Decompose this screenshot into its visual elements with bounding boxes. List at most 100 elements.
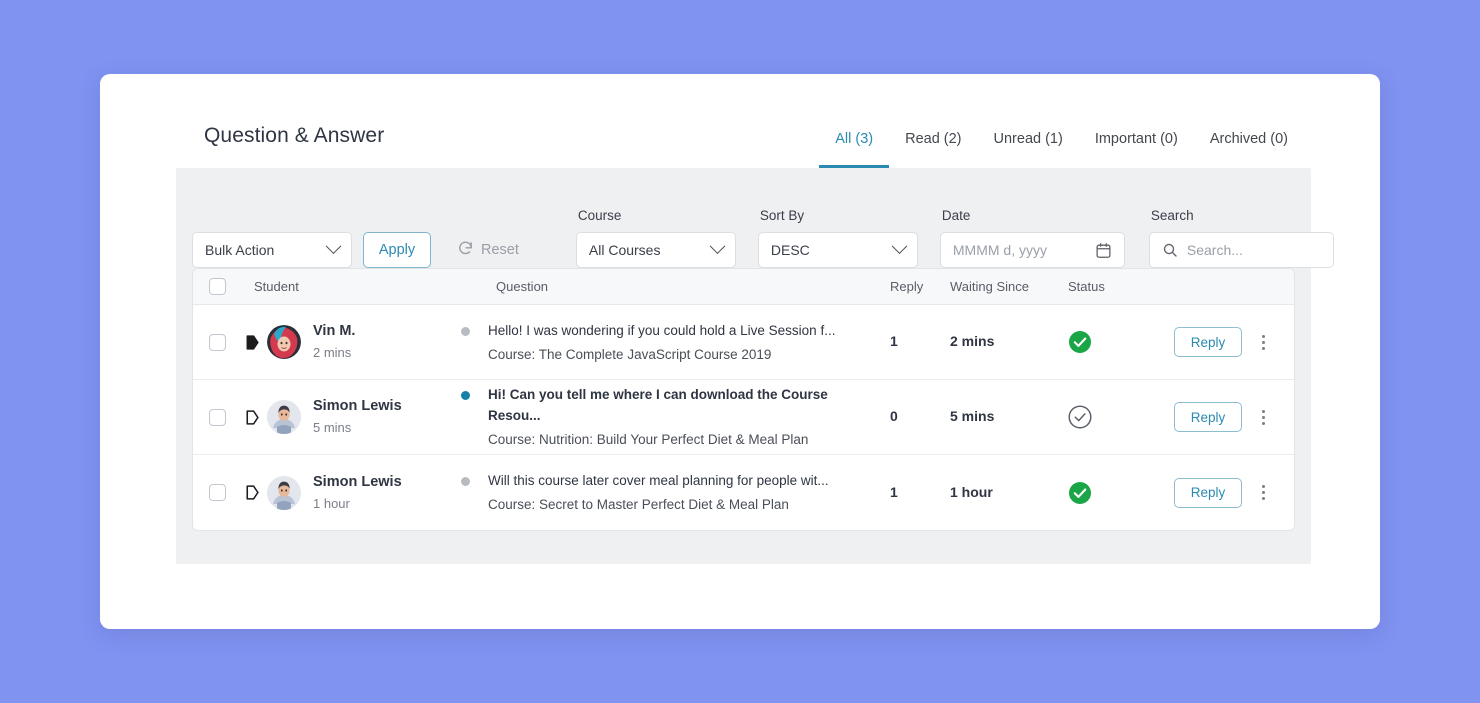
student-name: Simon Lewis <box>313 473 402 490</box>
course-select[interactable]: All Courses <box>575 232 736 268</box>
table-row[interactable]: Vin M. 2 mins Hello! I was wondering if … <box>193 305 1294 380</box>
sort-by-select[interactable]: DESC <box>757 232 918 268</box>
waiting-since-cell: 1 hour <box>944 484 1062 502</box>
bulk-action-value: Bulk Action <box>205 242 275 258</box>
refresh-icon <box>457 240 474 261</box>
page-header: Question & Answer All (3) Read (2) Unrea… <box>100 74 1380 168</box>
bulk-action-group: Bulk Action <box>192 232 352 268</box>
student-meta: Simon Lewis 5 mins <box>313 396 402 438</box>
student-cell: Simon Lewis 5 mins <box>241 396 461 438</box>
flag-icon[interactable] <box>241 409 261 426</box>
question-course: Course: The Complete JavaScript Course 2… <box>488 346 772 362</box>
search-filter-group: Search Search... <box>1148 208 1334 268</box>
waiting-since-cell: 2 mins <box>944 333 1062 351</box>
read-status-dot <box>461 477 470 486</box>
select-all-cell <box>193 278 241 295</box>
read-status-dot <box>461 391 470 400</box>
student-cell: Simon Lewis 1 hour <box>241 472 461 514</box>
avatar <box>267 325 301 359</box>
avatar <box>267 475 301 510</box>
student-name: Vin M. <box>313 323 356 339</box>
student-meta: Simon Lewis 1 hour <box>313 472 402 514</box>
calendar-icon[interactable] <box>1095 242 1112 259</box>
sort-by-group: Sort By DESC <box>757 208 918 268</box>
flag-icon[interactable] <box>241 484 261 501</box>
question-text-block: Will this course later cover meal planni… <box>488 470 829 515</box>
row-checkbox[interactable] <box>208 333 226 351</box>
column-header-waiting-since: Waiting Since <box>950 279 1029 294</box>
reply-count-cell: 1 <box>882 484 944 502</box>
tab-bar: All (3) Read (2) Unread (1) Important (0… <box>819 131 1304 168</box>
page-title: Question & Answer <box>204 124 385 147</box>
reset-label: Reset <box>481 242 519 258</box>
question-course: Course: Secret to Master Perfect Diet & … <box>488 497 789 512</box>
select-all-checkbox[interactable] <box>208 278 226 295</box>
row-actions-cell: Reply <box>1174 327 1294 357</box>
waiting-since-cell: 5 mins <box>944 408 1062 426</box>
question-cell: Hi! Can you tell me where I can download… <box>461 384 882 450</box>
search-filter-label: Search <box>1150 208 1194 223</box>
question-cell: Will this course later cover meal planni… <box>461 470 882 515</box>
bulk-action-select[interactable]: Bulk Action <box>192 232 352 268</box>
tab-unread[interactable]: Unread (1) <box>978 131 1079 168</box>
student-cell: Vin M. 2 mins <box>241 321 461 363</box>
reply-count: 0 <box>890 408 898 424</box>
table-row[interactable]: Simon Lewis 1 hour Will this course late… <box>193 455 1294 530</box>
avatar <box>267 400 301 434</box>
tab-all[interactable]: All (3) <box>819 131 890 168</box>
course-select-value: All Courses <box>588 242 661 258</box>
reset-button[interactable]: Reset <box>457 232 519 268</box>
reply-button[interactable]: Reply <box>1174 327 1242 357</box>
row-checkbox[interactable] <box>208 408 226 426</box>
more-vertical-icon[interactable] <box>1252 404 1274 430</box>
question-course: Course: Nutrition: Build Your Perfect Di… <box>488 432 809 447</box>
tab-archived[interactable]: Archived (0) <box>1194 131 1304 168</box>
question-answer-card: Question & Answer All (3) Read (2) Unrea… <box>100 74 1380 629</box>
flag-icon[interactable] <box>241 334 261 351</box>
apply-button[interactable]: Apply <box>363 232 431 268</box>
status-cell <box>1062 405 1174 429</box>
chevron-down-icon <box>325 237 342 254</box>
reply-button[interactable]: Reply <box>1174 402 1242 432</box>
reply-count-cell: 1 <box>882 333 944 351</box>
search-icon <box>1162 242 1178 258</box>
student-time: 1 hour <box>313 495 350 511</box>
filter-row: Bulk Action Apply Reset Course All Cours… <box>192 178 1334 268</box>
more-vertical-icon[interactable] <box>1252 329 1274 355</box>
row-actions-cell: Reply <box>1174 402 1294 432</box>
row-checkbox[interactable] <box>208 484 226 501</box>
status-cell <box>1062 481 1174 505</box>
student-name: Simon Lewis <box>313 398 402 414</box>
reply-count-cell: 0 <box>882 408 944 426</box>
more-vertical-icon[interactable] <box>1252 480 1274 506</box>
waiting-since-value: 1 hour <box>950 483 993 500</box>
search-input-placeholder: Search... <box>1186 242 1243 258</box>
read-status-dot <box>461 326 470 336</box>
student-meta: Vin M. 2 mins <box>313 321 355 363</box>
question-text-block: Hi! Can you tell me where I can download… <box>488 384 872 450</box>
chevron-down-icon <box>891 237 908 254</box>
column-header-status: Status <box>1068 279 1105 294</box>
search-input[interactable]: Search... <box>1148 232 1334 268</box>
reply-count: 1 <box>890 333 898 349</box>
table-header-row: Student Question Reply Waiting Since Sta… <box>193 269 1294 305</box>
date-input[interactable]: MMMM d, yyyy <box>939 232 1125 268</box>
student-time: 2 mins <box>313 345 352 360</box>
question-title: Hi! Can you tell me where I can download… <box>488 387 828 423</box>
date-input-placeholder: MMMM d, yyyy <box>952 242 1047 258</box>
date-filter-label: Date <box>941 208 971 223</box>
column-header-question: Question <box>496 279 549 294</box>
tab-read[interactable]: Read (2) <box>889 131 977 168</box>
status-badge-unanswered <box>1068 405 1092 429</box>
table-row[interactable]: Simon Lewis 5 mins Hi! Can you tell me w… <box>193 380 1294 455</box>
question-title: Hello! I was wondering if you could hold… <box>488 322 836 338</box>
tab-important[interactable]: Important (0) <box>1079 131 1194 168</box>
column-header-student: Student <box>254 279 299 294</box>
student-time: 5 mins <box>313 420 352 435</box>
question-cell: Hello! I was wondering if you could hold… <box>461 320 882 365</box>
sort-by-label: Sort By <box>759 208 805 223</box>
reply-count: 1 <box>890 483 898 500</box>
row-select-cell <box>193 333 241 351</box>
sort-by-value: DESC <box>770 242 810 258</box>
reply-button[interactable]: Reply <box>1174 477 1242 508</box>
